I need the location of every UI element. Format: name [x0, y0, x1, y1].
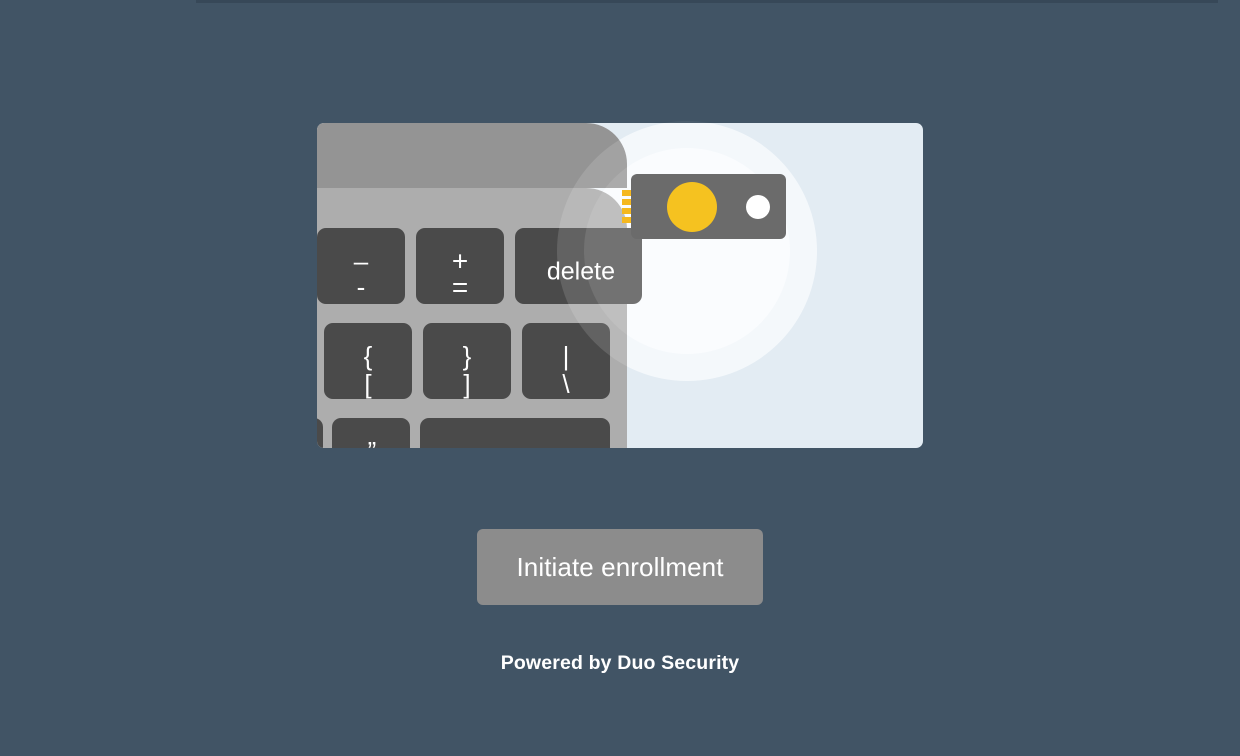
svg-text:+: + [452, 245, 468, 276]
glow-overflow [664, 121, 710, 123]
laptop-screen-bezel [317, 123, 627, 188]
glow-rings [557, 123, 817, 381]
key-minus: – - [317, 228, 405, 304]
svg-text:return: return [520, 455, 585, 483]
card-background [317, 123, 923, 448]
laptop-body [317, 188, 627, 448]
svg-text:;: ; [277, 464, 284, 494]
security-key-body [631, 174, 786, 239]
svg-text::: : [277, 436, 284, 466]
svg-text:delete: delete [547, 258, 615, 286]
security-key-indicator [746, 195, 770, 219]
yubikey-security-key [622, 174, 786, 239]
key-bracket-right: } ] [423, 323, 511, 399]
svg-text:{: { [364, 341, 373, 371]
svg-text:|: | [563, 341, 570, 371]
laptop-graphic: – - + = delete P {[}] | \: ; ” ’ ret… [242, 123, 642, 494]
illustration-svg: – - + = delete P {[}] | \: ; ” ’ ret… [242, 121, 923, 494]
glow-over-laptop [557, 123, 817, 381]
security-key-contacts [622, 190, 634, 223]
key-semicolon: : ; [277, 418, 323, 494]
svg-text:-: - [357, 272, 366, 302]
powered-by-footer: Powered by Duo Security [500, 652, 740, 674]
svg-text:=: = [452, 271, 468, 302]
svg-text:P: P [281, 346, 299, 376]
key-plus-equals: + = [416, 228, 504, 304]
key-bracket-left: { [ [324, 323, 412, 399]
initiate-enrollment-button[interactable]: Initiate enrollment [477, 529, 763, 605]
svg-text:}: } [463, 341, 472, 371]
key-quote: ” ’ [332, 418, 410, 494]
key-return: return [420, 418, 610, 483]
key-backslash: | \ [522, 323, 610, 399]
security-key-touch-button [667, 182, 717, 232]
svg-text:\: \ [562, 369, 570, 399]
key-partial-left [255, 228, 301, 304]
svg-text:–: – [354, 246, 369, 276]
svg-text:”: ” [368, 436, 377, 466]
svg-text:]: ] [463, 369, 470, 399]
key-delete: delete [515, 228, 642, 304]
security-key-enrollment-illustration: – - + = delete P {[}] | \: ; ” ’ ret… [317, 121, 923, 448]
svg-text:[: [ [364, 369, 372, 399]
top-frame-line [196, 0, 1218, 3]
key-p: P [242, 323, 310, 399]
svg-text:’: ’ [369, 464, 375, 494]
